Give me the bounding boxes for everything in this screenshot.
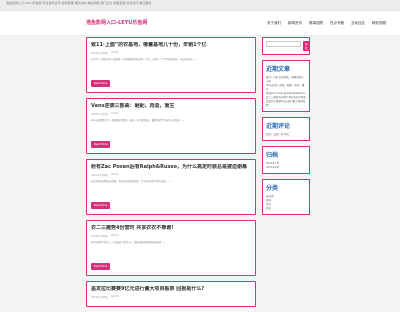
archive-widget: 归档 2021年7月 2021年6月 bbox=[262, 146, 310, 174]
nav-item-videos[interactable]: 精彩视频 bbox=[372, 21, 386, 26]
post-date: 2021年7月8日 bbox=[91, 52, 109, 55]
archive-link[interactable]: 2021年6月 bbox=[266, 166, 306, 170]
post-date: 2021年7月8日 bbox=[91, 235, 109, 238]
category-link[interactable]: 体育 bbox=[266, 207, 306, 211]
post-date: 2021年7月8日 bbox=[91, 296, 109, 299]
nav-item-about[interactable]: 关于我们 bbox=[267, 21, 281, 26]
post-card: Vans逆袭三部曲：砸配，再造，重生 2021年7月8日 admin Vans品… bbox=[86, 98, 256, 154]
post-date: 2021年7月8日 bbox=[91, 113, 109, 116]
category-widget: 分类 未分类 新闻 资讯 体育 bbox=[262, 179, 310, 215]
post-meta: 2021年7月8日 admin bbox=[91, 112, 251, 116]
widget-title: 近期评论 bbox=[266, 123, 291, 130]
post-title[interactable]: Vans逆袭三部曲：砸配，再造，重生 bbox=[91, 103, 251, 110]
search-row: 搜索 bbox=[266, 41, 310, 51]
post-excerpt: 高定时装品牌接连谢幕，背后原因值得深思，行业正在经历新的变化…… bbox=[91, 180, 172, 183]
search-button[interactable]: 搜索 bbox=[303, 41, 310, 51]
post-author[interactable]: admin bbox=[111, 173, 119, 177]
post-meta: 2021年7月8日 admin bbox=[91, 234, 251, 238]
comment-link[interactable]: 您好，这是一条评论。 bbox=[266, 133, 306, 137]
nav-item-topics[interactable]: 热点专题 bbox=[330, 21, 344, 26]
main-nav: 关于我们 新闻资讯 赛事回顾 热点专题 互动社区 精彩视频 bbox=[267, 21, 386, 26]
post-title[interactable]: 致11·上面”的农基地，哪量基地几十份，年销1个亿 bbox=[91, 42, 251, 49]
post-title[interactable]: 盖发拉比赛赛9亿元进行量大项目般票 回报是什么? bbox=[91, 286, 251, 293]
post-title[interactable]: 衣二三撒势4份营时 共享衣衣不尊谢! bbox=[91, 225, 251, 232]
widget-title: 分类 bbox=[266, 185, 279, 192]
post-excerpt: 关于11·上面的农产品基地，年销售额已经达到一个亿，这是一个了不起的成就，来自各… bbox=[91, 58, 198, 61]
post-meta: 2021年7月8日 admin bbox=[91, 51, 251, 55]
post-author[interactable]: admin bbox=[111, 234, 119, 238]
post-meta: 2021年7月8日 admin bbox=[91, 295, 251, 299]
post-card: 盖发拉比赛赛9亿元进行量大项目般票 回报是什么? 2021年7月8日 admin bbox=[86, 281, 256, 307]
widget-title: 归档 bbox=[266, 152, 279, 159]
recent-posts-widget: 近期文章 致11·上面”的农基地，哪量基地几十份 Vans逆袭三部曲：砸配，再造… bbox=[262, 60, 310, 112]
read-more-button[interactable]: Read More bbox=[91, 80, 111, 87]
recent-post-link[interactable]: Vans逆袭三部曲：砸配，再造，重生 bbox=[266, 84, 306, 92]
post-card: 射有Zac Posen后有Ralph&Russo，为什么高定时装总是被迫谢幕 2… bbox=[86, 159, 256, 215]
site-header: 浩鱼影网入口-LEYU乐鱼网 关于我们 新闻资讯 赛事回顾 热点专题 互动社区 … bbox=[0, 11, 400, 36]
read-more-button[interactable]: Read More bbox=[91, 141, 111, 148]
post-card: 致11·上面”的农基地，哪量基地几十份，年销1个亿 2021年7月8日 admi… bbox=[86, 37, 256, 93]
sidebar: 搜索 近期文章 致11·上面”的农基地，哪量基地几十份 Vans逆袭三部曲：砸配… bbox=[262, 37, 310, 220]
recent-post-link[interactable]: 致11·上面”的农基地，哪量基地几十份 bbox=[266, 76, 306, 84]
top-bar-text: 浩鱼影网入口-LEYU乐鱼网 专注体育资讯 最新赛事 球队动态 精彩视频 热门比… bbox=[6, 1, 152, 5]
post-author[interactable]: admin bbox=[111, 51, 119, 55]
nav-item-news[interactable]: 新闻资讯 bbox=[288, 21, 302, 26]
post-title[interactable]: 射有Zac Posen后有Ralph&Russo，为什么高定时装总是被迫谢幕 bbox=[91, 164, 251, 171]
read-more-button[interactable]: Read More bbox=[91, 202, 111, 209]
read-more-button[interactable]: Read More bbox=[91, 263, 111, 270]
post-excerpt: Vans品牌经历了一段艰难的时期，通过一系列的改革，重新赢得了年轻人的喜爱…… bbox=[91, 119, 185, 122]
nav-item-community[interactable]: 互动社区 bbox=[351, 21, 365, 26]
post-list: 致11·上面”的农基地，哪量基地几十份，年销1个亿 2021年7月8日 admi… bbox=[86, 37, 256, 312]
search-input[interactable] bbox=[266, 41, 301, 47]
post-date: 2021年7月8日 bbox=[91, 174, 109, 177]
site-logo[interactable]: 浩鱼影网入口-LEYU乐鱼网 bbox=[86, 20, 156, 26]
widget-title: 近期文章 bbox=[266, 66, 291, 73]
post-card: 衣二三撒势4份营时 共享衣衣不尊谢! 2021年7月8日 admin 共享衣橱平… bbox=[86, 220, 256, 276]
search-widget: 搜索 bbox=[262, 37, 310, 55]
recent-comments-widget: 近期评论 您好，这是一条评论。 bbox=[262, 117, 310, 141]
post-excerpt: 共享衣橱平台衣二三的发展引发关注，其商业模式面临新的挑战…… bbox=[91, 241, 167, 244]
post-meta: 2021年7月8日 admin bbox=[91, 173, 251, 177]
nav-item-review[interactable]: 赛事回顾 bbox=[309, 21, 323, 26]
post-author[interactable]: admin bbox=[111, 112, 119, 116]
top-bar: 浩鱼影网入口-LEYU乐鱼网 专注体育资讯 最新赛事 球队动态 精彩视频 热门比… bbox=[0, 0, 400, 11]
post-author[interactable]: admin bbox=[111, 295, 119, 299]
recent-post-link[interactable]: 盖发拉比赛赛9亿元进行量大项目般票 bbox=[266, 100, 306, 108]
